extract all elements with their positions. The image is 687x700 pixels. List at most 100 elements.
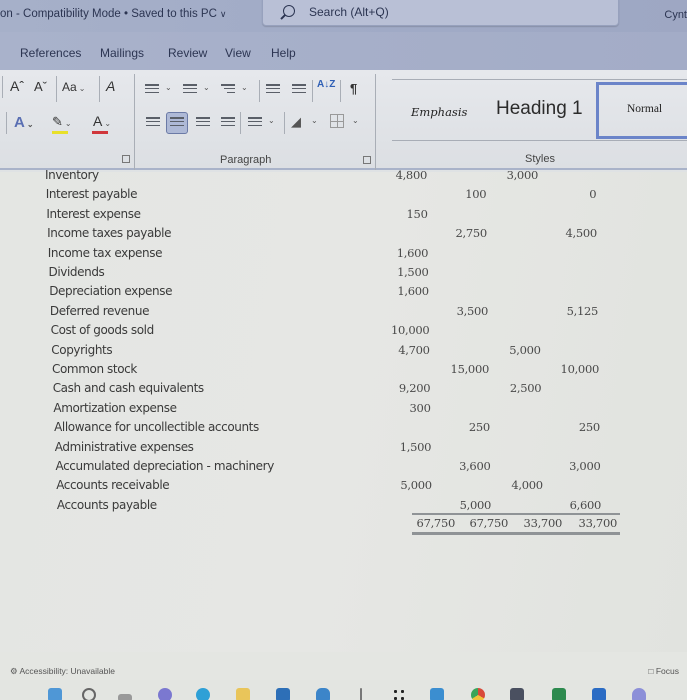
focus-mode-button[interactable]: □ Focus (648, 666, 679, 676)
accessibility-status[interactable]: ⚙ Accessibility: Unavailable (10, 666, 115, 677)
style-heading-1[interactable]: Heading 1 (496, 98, 583, 120)
chevron-down-icon: ⌄ (241, 83, 248, 92)
amount-credit2: 3,000 (569, 459, 601, 473)
windows-start-icon[interactable] (48, 688, 62, 700)
account-name: Deferred revenue (49, 303, 150, 318)
amount-debit1: 1,600 (397, 284, 429, 299)
amount-debit1: 4,800 (395, 168, 428, 182)
app-grid-icon[interactable] (392, 688, 406, 700)
amount-debit1: 9,200 (398, 381, 431, 396)
amount-debit1: 4,700 (398, 342, 430, 357)
status-bar: ⚙ Accessibility: Unavailable □ Focus (0, 652, 687, 680)
chevron-down-icon: ⌄ (64, 119, 72, 128)
divider (2, 76, 3, 98)
search-input[interactable]: Search (Alt+Q) (262, 0, 619, 26)
app-icon[interactable] (510, 688, 524, 700)
camera-icon[interactable] (430, 688, 444, 700)
line-spacing-icon (248, 117, 262, 129)
discord-icon[interactable] (632, 688, 646, 700)
bullets-button[interactable]: ⌄ (145, 83, 173, 97)
paragraph-dialog-launcher-icon[interactable] (363, 156, 371, 164)
account-name: Depreciation expense (49, 284, 173, 299)
multilevel-list-icon (221, 84, 235, 96)
show-formatting-marks-button[interactable]: ¶ (350, 81, 357, 96)
file-explorer-icon[interactable] (236, 688, 250, 700)
account-name: Income taxes payable (47, 226, 172, 241)
numbering-button[interactable]: ⌄ (183, 83, 211, 97)
account-name: Inventory (45, 168, 99, 182)
task-view-icon[interactable] (118, 694, 132, 700)
chevron-down-icon: ⌄ (165, 83, 172, 92)
store-icon[interactable] (276, 688, 290, 700)
style-normal: Normal (627, 103, 663, 115)
multilevel-list-button[interactable]: ⌄ (221, 83, 249, 97)
taskbar (0, 680, 687, 700)
paragraph-group-label: Paragraph (220, 154, 272, 166)
search-icon[interactable] (82, 688, 96, 700)
word-icon[interactable] (592, 688, 606, 700)
amount-debit2: 3,000 (506, 168, 539, 182)
divider (99, 76, 100, 102)
text-effects-button[interactable]: A ⌄ (14, 114, 34, 131)
change-case-button[interactable]: Aa ⌄ (62, 80, 85, 94)
font-dialog-launcher-icon[interactable] (122, 155, 130, 163)
amount-debit1: 1,500 (397, 265, 429, 279)
align-left-icon[interactable] (146, 117, 160, 129)
mail-icon[interactable] (316, 688, 330, 700)
sort-button[interactable]: A↓Z (317, 80, 335, 90)
chevron-down-icon[interactable]: ∨ (220, 9, 227, 20)
ribbon-tabs: References Mailings Review View Help (0, 32, 687, 70)
excel-icon[interactable] (552, 688, 566, 700)
total-double-rule (412, 532, 620, 535)
app-icon[interactable] (360, 688, 362, 700)
chevron-down-icon: ⌄ (311, 116, 318, 125)
justify-icon[interactable] (221, 117, 235, 129)
tab-references[interactable]: References (20, 46, 81, 60)
amount-credit2: 0 (589, 187, 597, 202)
account-name: Accounts receivable (56, 478, 170, 493)
amount-credit2: 5,125 (566, 303, 599, 318)
amount-debit2: 4,000 (511, 478, 543, 493)
amount-credit1: 5,000 (459, 497, 492, 512)
teams-icon[interactable] (158, 688, 172, 700)
chevron-down-icon: ⌄ (268, 116, 275, 125)
edge-icon[interactable] (196, 688, 210, 700)
amount-debit1: 5,000 (400, 478, 432, 493)
font-color-button[interactable]: A ⌄ (93, 113, 111, 129)
increase-indent-icon[interactable] (292, 84, 306, 96)
amount-credit1: 3,500 (456, 303, 489, 318)
align-right-icon[interactable] (196, 117, 210, 129)
align-center-icon (170, 117, 184, 129)
amount-credit1: 100 (465, 187, 487, 202)
total-debit-2: 33,700 (523, 516, 563, 530)
account-name: Amortization expense (53, 400, 177, 415)
document-title[interactable]: on - Compatibility Mode • Saved to this … (0, 8, 226, 20)
amount-debit1: 300 (409, 400, 431, 415)
shrink-font-button[interactable]: Aˇ (34, 79, 47, 94)
borders-button[interactable]: ⌄ (330, 114, 360, 132)
chrome-icon[interactable] (471, 688, 485, 700)
tab-help[interactable]: Help (271, 46, 296, 60)
shading-button[interactable]: ◢ ⌄ (291, 114, 321, 132)
decrease-indent-icon[interactable] (266, 84, 280, 96)
chevron-down-icon: ⌄ (26, 120, 34, 129)
tab-review[interactable]: Review (168, 46, 207, 60)
chevron-down-icon: ⌄ (104, 119, 112, 128)
grow-font-button[interactable]: Aˆ (10, 78, 24, 94)
amount-debit2: 5,000 (509, 342, 541, 357)
search-placeholder: Search (Alt+Q) (309, 5, 389, 19)
styles-group-label: Styles (525, 153, 555, 165)
tab-mailings[interactable]: Mailings (100, 46, 144, 60)
user-account[interactable]: Cynt (664, 9, 687, 21)
clear-formatting-button[interactable]: A (106, 78, 115, 94)
highlight-color-button[interactable]: ✎ ⌄ (52, 114, 72, 130)
style-emphasis[interactable]: Emphasis (411, 105, 467, 119)
line-spacing-button[interactable]: ⌄ (248, 116, 278, 130)
tab-view[interactable]: View (225, 46, 251, 60)
highlight-color-swatch (52, 131, 68, 134)
account-name: Common stock (52, 362, 137, 376)
numbered-list-icon (183, 84, 197, 96)
account-name: Cost of goods sold (50, 323, 155, 338)
amount-debit1: 150 (406, 206, 428, 221)
divider (259, 80, 260, 102)
